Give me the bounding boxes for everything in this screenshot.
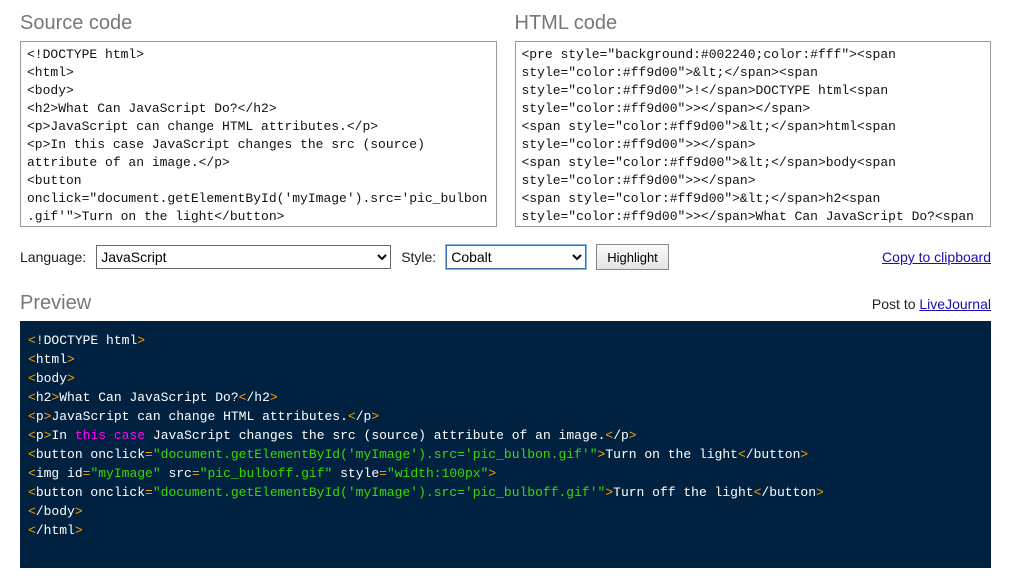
pv-token: src bbox=[161, 466, 192, 481]
pv-token: < bbox=[28, 352, 36, 367]
html-col: HTML code bbox=[515, 12, 992, 230]
highlight-button[interactable]: Highlight bbox=[596, 244, 669, 270]
pv-token: > bbox=[137, 333, 145, 348]
pv-token: = bbox=[379, 466, 387, 481]
pv-token: Turn off the light bbox=[613, 485, 753, 500]
pv-token: < bbox=[28, 504, 36, 519]
pv-token: = bbox=[145, 447, 153, 462]
preview-pane: <!DOCTYPE html> <html> <body> <h2>What C… bbox=[20, 321, 991, 568]
pv-token: = bbox=[145, 485, 153, 500]
pv-token: style bbox=[332, 466, 379, 481]
pv-token: = bbox=[192, 466, 200, 481]
pv-token: < bbox=[28, 428, 36, 443]
preview-header: Preview Post to LiveJournal bbox=[20, 292, 991, 315]
pv-token: > bbox=[67, 352, 75, 367]
pv-token: < bbox=[28, 333, 36, 348]
html-code-label: HTML code bbox=[515, 12, 992, 35]
post-to-prefix: Post to bbox=[872, 296, 919, 312]
pv-token: button onclick bbox=[36, 447, 145, 462]
pv-token: > bbox=[488, 466, 496, 481]
pv-token: "pic_bulboff.gif" bbox=[200, 466, 333, 481]
pv-token: What Can JavaScript Do? bbox=[59, 390, 238, 405]
pv-token: /button bbox=[761, 485, 816, 500]
pv-token: "document.getElementById('myImage').src=… bbox=[153, 447, 598, 462]
pv-token: button onclick bbox=[36, 485, 145, 500]
top-row: Source code HTML code bbox=[20, 12, 991, 230]
pv-token: /h2 bbox=[246, 390, 269, 405]
pv-token: case bbox=[114, 428, 145, 443]
pv-token: /html bbox=[36, 523, 75, 538]
pv-token: > bbox=[371, 409, 379, 424]
post-to-text: Post to LiveJournal bbox=[872, 296, 991, 312]
pv-token: Turn on the light bbox=[605, 447, 738, 462]
pv-token: In bbox=[51, 428, 74, 443]
pv-token: body bbox=[36, 371, 67, 386]
source-col: Source code bbox=[20, 12, 497, 230]
pv-token: "width:100px" bbox=[387, 466, 488, 481]
pv-token: h2 bbox=[36, 390, 52, 405]
pv-token: < bbox=[738, 447, 746, 462]
pv-token: /body bbox=[36, 504, 75, 519]
pv-token: "myImage" bbox=[90, 466, 160, 481]
style-label: Style: bbox=[401, 249, 436, 265]
style-select[interactable]: Cobalt bbox=[446, 245, 586, 269]
pv-token: p bbox=[36, 409, 44, 424]
pv-token bbox=[106, 428, 114, 443]
controls-row: Language: JavaScript Style: Cobalt Highl… bbox=[20, 244, 991, 270]
pv-token: this bbox=[75, 428, 106, 443]
preview-title: Preview bbox=[20, 292, 91, 315]
pv-token: < bbox=[28, 523, 36, 538]
source-code-label: Source code bbox=[20, 12, 497, 35]
pv-token: > bbox=[75, 523, 83, 538]
pv-token: /button bbox=[746, 447, 801, 462]
pv-token: < bbox=[28, 466, 36, 481]
pv-token: img id bbox=[36, 466, 83, 481]
copy-to-clipboard-link[interactable]: Copy to clipboard bbox=[882, 249, 991, 265]
pv-token: > bbox=[629, 428, 637, 443]
pv-token: html bbox=[36, 352, 67, 367]
pv-token: < bbox=[348, 409, 356, 424]
pv-token: > bbox=[270, 390, 278, 405]
pv-token: /p bbox=[356, 409, 372, 424]
pv-token: < bbox=[28, 485, 36, 500]
pv-token: "document.getElementById('myImage').src=… bbox=[153, 485, 605, 500]
pv-token: < bbox=[28, 409, 36, 424]
pv-token: > bbox=[67, 371, 75, 386]
html-code-textarea[interactable] bbox=[515, 41, 992, 227]
pv-token: > bbox=[800, 447, 808, 462]
pv-token: > bbox=[816, 485, 824, 500]
pv-token: < bbox=[28, 447, 36, 462]
pv-token: > bbox=[75, 504, 83, 519]
source-code-textarea[interactable] bbox=[20, 41, 497, 227]
pv-token: /p bbox=[613, 428, 629, 443]
pv-token: < bbox=[28, 390, 36, 405]
pv-token: JavaScript changes the src (source) attr… bbox=[145, 428, 605, 443]
pv-token: ! bbox=[36, 333, 44, 348]
pv-token: p bbox=[36, 428, 44, 443]
pv-token: JavaScript can change HTML attributes. bbox=[51, 409, 347, 424]
pv-token: < bbox=[28, 371, 36, 386]
pv-token: DOCTYPE html bbox=[44, 333, 138, 348]
language-select[interactable]: JavaScript bbox=[96, 245, 391, 269]
language-label: Language: bbox=[20, 249, 86, 265]
pv-token: > bbox=[605, 485, 613, 500]
livejournal-link[interactable]: LiveJournal bbox=[919, 296, 991, 312]
